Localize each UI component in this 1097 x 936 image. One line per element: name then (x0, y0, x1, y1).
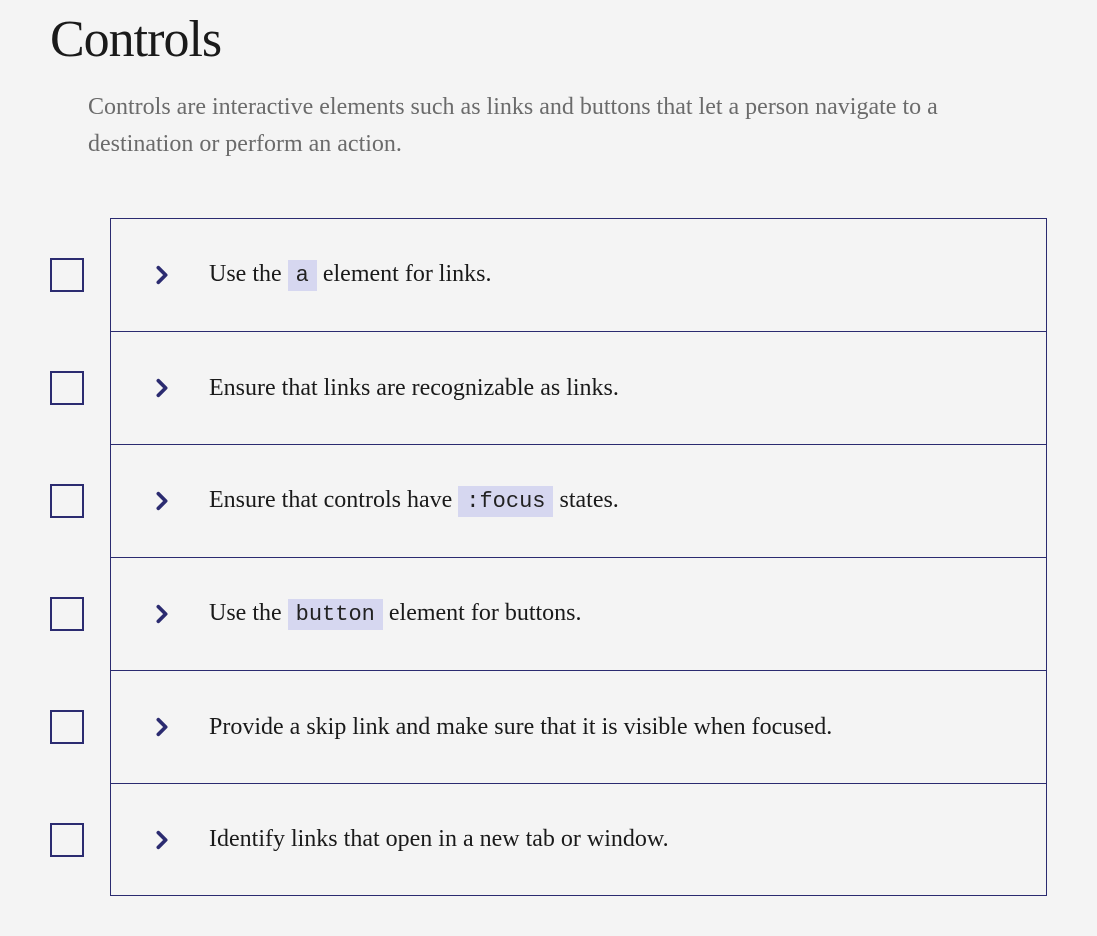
text-segment: element for buttons. (383, 600, 582, 626)
checklist-item-text: Ensure that links are recognizable as li… (209, 372, 619, 406)
checkbox[interactable] (50, 371, 84, 405)
checklist-row: Identify links that open in a new tab or… (50, 783, 1047, 896)
checkbox[interactable] (50, 258, 84, 292)
checkbox[interactable] (50, 823, 84, 857)
checklist-row: Ensure that links are recognizable as li… (50, 331, 1047, 444)
section-description: Controls are interactive elements such a… (88, 89, 1008, 163)
text-segment: element for links. (317, 261, 492, 287)
chevron-right-icon (151, 490, 173, 512)
checkbox-wrap (50, 371, 110, 405)
checklist-item[interactable]: Ensure that controls have :focus states. (110, 444, 1047, 557)
text-segment: Ensure that controls have (209, 487, 458, 513)
checklist-item-text: Use the a element for links. (209, 258, 491, 292)
chevron-right-icon (151, 829, 173, 851)
checklist-item[interactable]: Provide a skip link and make sure that i… (110, 670, 1047, 783)
checkbox-wrap (50, 597, 110, 631)
chevron-right-icon (151, 264, 173, 286)
checklist-item[interactable]: Ensure that links are recognizable as li… (110, 331, 1047, 444)
checkbox-wrap (50, 258, 110, 292)
text-segment: Ensure that links are recognizable as li… (209, 375, 619, 401)
checklist-item[interactable]: Identify links that open in a new tab or… (110, 783, 1047, 896)
checkbox[interactable] (50, 484, 84, 518)
chevron-right-icon (151, 603, 173, 625)
section-heading: Controls (50, 10, 1047, 69)
text-segment: states. (553, 487, 618, 513)
checklist-item[interactable]: Use the button element for buttons. (110, 557, 1047, 670)
text-segment: Use the (209, 600, 288, 626)
checklist-item-text: Identify links that open in a new tab or… (209, 823, 669, 857)
checklist-row: Ensure that controls have :focus states. (50, 444, 1047, 557)
checklist-row: Use the a element for links. (50, 218, 1047, 331)
checklist: Use the a element for links. Ensure that … (50, 218, 1047, 896)
code-token: a (288, 260, 317, 291)
checklist-item-text: Use the button element for buttons. (209, 597, 582, 631)
checklist-row: Use the button element for buttons. (50, 557, 1047, 670)
code-token: button (288, 599, 383, 630)
chevron-right-icon (151, 377, 173, 399)
checkbox[interactable] (50, 597, 84, 631)
checklist-item[interactable]: Use the a element for links. (110, 218, 1047, 331)
checklist-item-text: Provide a skip link and make sure that i… (209, 711, 832, 745)
code-token: :focus (458, 486, 553, 517)
checkbox-wrap (50, 710, 110, 744)
checkbox-wrap (50, 484, 110, 518)
chevron-right-icon (151, 716, 173, 738)
text-segment: Provide a skip link and make sure that i… (209, 714, 832, 740)
checklist-item-text: Ensure that controls have :focus states. (209, 484, 619, 518)
checkbox[interactable] (50, 710, 84, 744)
text-segment: Identify links that open in a new tab or… (209, 826, 669, 852)
checklist-row: Provide a skip link and make sure that i… (50, 670, 1047, 783)
checkbox-wrap (50, 823, 110, 857)
text-segment: Use the (209, 261, 288, 287)
